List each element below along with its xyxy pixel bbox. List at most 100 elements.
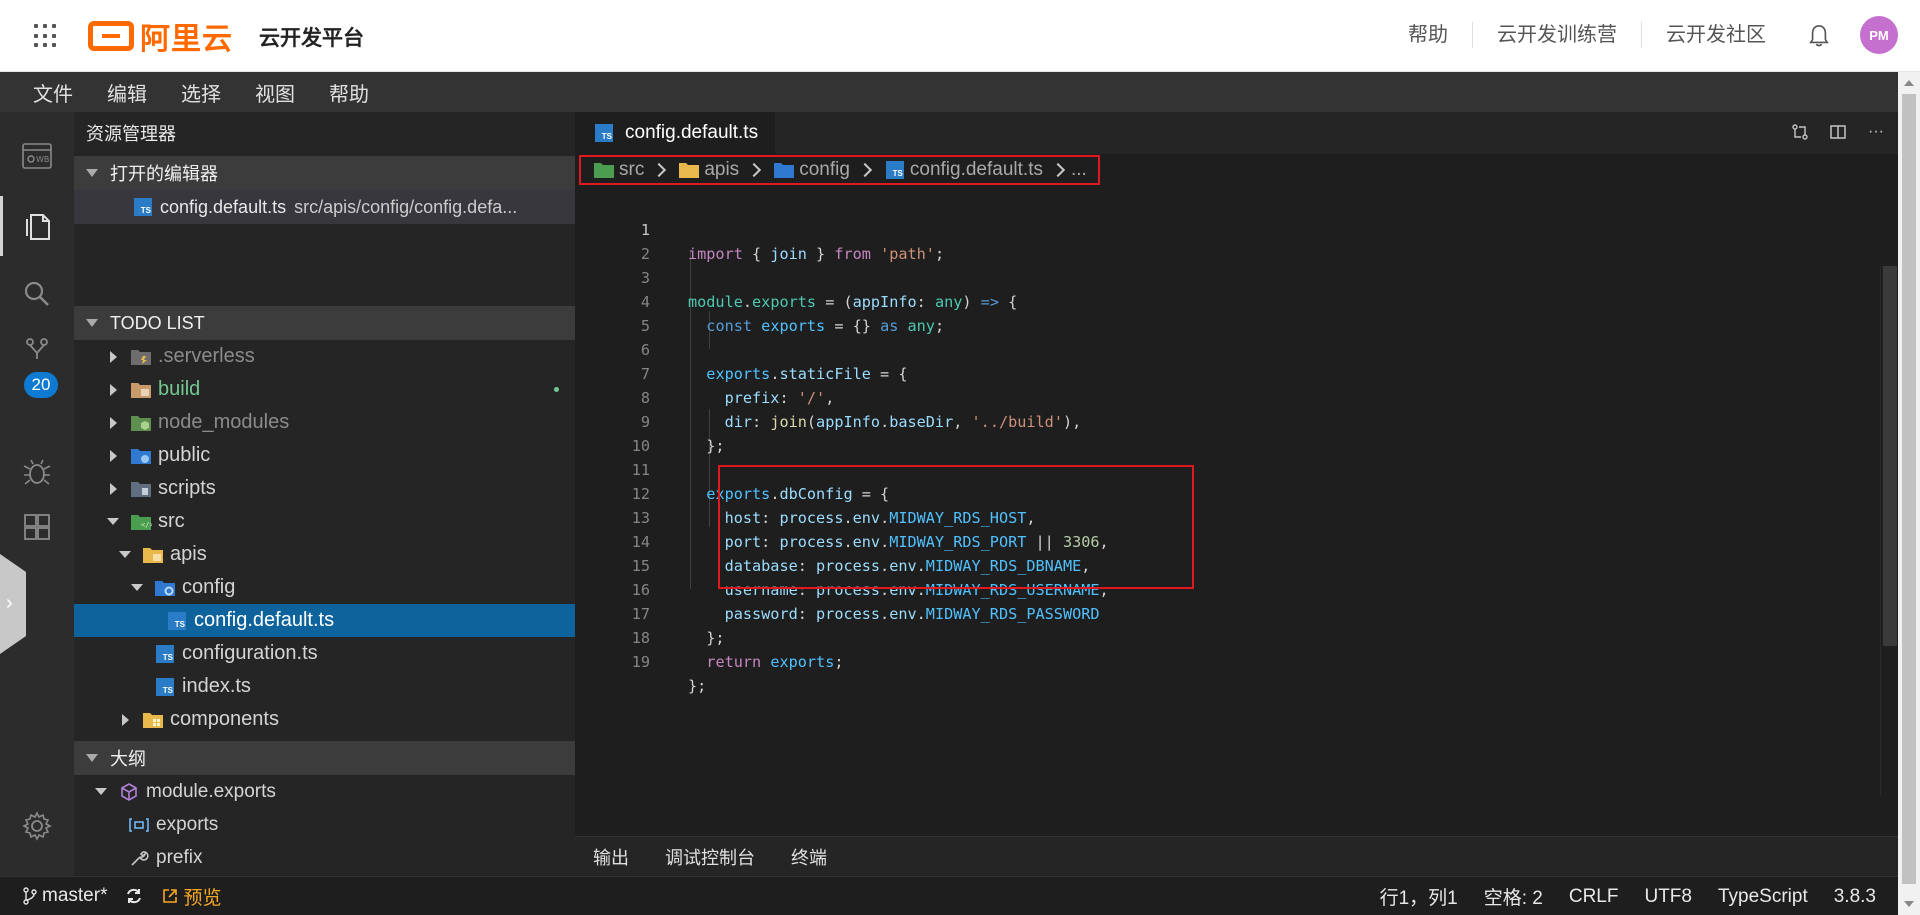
community-link[interactable]: 云开发社区 [1641, 22, 1790, 48]
todo-list-header[interactable]: TODO LIST [74, 306, 575, 340]
tree-label: node_modules [158, 411, 290, 433]
tree-folder-node-modules[interactable]: node_modules [74, 406, 575, 439]
chevron-right-icon [106, 383, 120, 396]
bell-icon[interactable] [1808, 24, 1830, 48]
typescript-version[interactable]: 3.8.3 [1834, 886, 1876, 908]
apps-grid-icon[interactable] [34, 24, 58, 48]
top-header: 阿里云 云开发平台 帮助 云开发训练营 云开发社区 PM [0, 0, 1920, 72]
tree-folder-public[interactable]: public [74, 439, 575, 472]
code-text: }; [688, 677, 707, 695]
typescript-file-icon: TS [132, 197, 154, 217]
git-branch-icon [23, 887, 37, 905]
open-editors-header[interactable]: 打开的编辑器 [74, 156, 575, 190]
cursor-position[interactable]: 行1，列1 [1380, 883, 1458, 910]
status-left: master* 预览 [0, 883, 239, 910]
aliyun-logo[interactable]: 阿里云 [88, 17, 233, 56]
build-folder-icon [130, 380, 152, 400]
tree-folder-src[interactable]: </> src [74, 505, 575, 538]
dbconfig-highlight-box [718, 465, 1194, 589]
breadcrumb: src apis config TS config.default.ts ... [575, 154, 1898, 186]
tree-folder-serverless[interactable]: .serverless [74, 340, 575, 373]
public-folder-icon [130, 446, 152, 466]
tree-folder-build[interactable]: build [74, 373, 575, 406]
tree-label: index.ts [182, 675, 251, 697]
tree-file-index[interactable]: TS index.ts [74, 670, 575, 703]
outline-item-exports[interactable]: exports [74, 808, 575, 841]
tree-file-config-default[interactable]: TS config.default.ts [74, 604, 575, 637]
scroll-down-icon[interactable] [1904, 901, 1914, 907]
page-scroll-thumb[interactable] [1902, 94, 1916, 884]
menu-select[interactable]: 选择 [164, 78, 238, 107]
bottom-panel-tabs: 输出 调试控制台 终端 [575, 836, 1898, 876]
end-of-line[interactable]: CRLF [1569, 886, 1619, 908]
page-scrollbar[interactable] [1898, 72, 1920, 915]
outline-label: 大纲 [110, 749, 146, 769]
more-actions-icon[interactable]: ··· [1866, 122, 1886, 142]
line-number: 19 [631, 653, 650, 671]
status-bar: master* 预览 行1，列1 空格: 2 CRLF UTF8 TypeScr… [0, 876, 1898, 915]
typescript-file-icon: TS [154, 677, 176, 697]
code-line: 11 exports.dbConfig = { [575, 434, 1855, 503]
indent-spaces[interactable]: 空格: 2 [1484, 883, 1543, 910]
open-editor-item[interactable]: TS config.default.ts src/apis/config/con… [74, 190, 575, 224]
tree-folder-scripts[interactable]: scripts [74, 472, 575, 505]
chevron-down-icon [86, 319, 98, 327]
editor-tab-config-default[interactable]: TS config.default.ts [575, 112, 775, 154]
sync-icon[interactable] [125, 887, 143, 905]
settings-icon[interactable] [0, 796, 74, 856]
svg-text:</>: </> [141, 521, 152, 529]
menu-edit[interactable]: 编辑 [90, 78, 164, 107]
tree-folder-components[interactable]: components [74, 703, 575, 736]
split-editor-icon[interactable] [1828, 122, 1848, 142]
external-link-icon [163, 889, 178, 903]
outline-header[interactable]: 大纲 [74, 741, 575, 775]
search-icon[interactable] [0, 264, 74, 324]
editor-tab-label: config.default.ts [625, 122, 759, 143]
tree-folder-apis[interactable]: apis [74, 538, 575, 571]
menu-help[interactable]: 帮助 [312, 78, 386, 107]
help-link[interactable]: 帮助 [1384, 22, 1472, 48]
web-icon[interactable]: WB [0, 126, 74, 186]
editor-actions: ··· [1790, 122, 1886, 142]
chevron-down-icon [130, 584, 144, 591]
code-area[interactable]: 1 import { join } from 'path'; 2 3 modul… [575, 194, 1898, 794]
tree-folder-config[interactable]: config [74, 571, 575, 604]
code-line: 1 import { join } from 'path'; [575, 194, 1855, 263]
tree-file-configuration[interactable]: TS configuration.ts [74, 637, 575, 670]
extensions-icon[interactable] [0, 498, 74, 558]
open-changes-icon[interactable] [1790, 122, 1810, 142]
code-line: 3 module.exports = (appInfo: any) => { [575, 242, 1855, 311]
file-encoding[interactable]: UTF8 [1644, 886, 1692, 908]
editor-scroll-thumb[interactable] [1883, 266, 1897, 646]
tree-label: apis [170, 543, 207, 565]
debug-icon[interactable] [0, 442, 74, 502]
tab-terminal[interactable]: 终端 [773, 844, 845, 870]
tab-debug-console[interactable]: 调试控制台 [647, 844, 773, 870]
preview-button[interactable]: 预览 [161, 883, 221, 910]
language-mode[interactable]: TypeScript [1718, 886, 1808, 908]
training-camp-link[interactable]: 云开发训练营 [1472, 22, 1641, 48]
user-avatar[interactable]: PM [1860, 16, 1898, 54]
preview-label: 预览 [183, 887, 222, 909]
branch-name: master* [42, 885, 108, 906]
svg-text:WB: WB [36, 155, 49, 164]
editor-scrollbar[interactable] [1880, 266, 1898, 796]
chevron-right-icon [118, 713, 132, 726]
code-line: 2 [575, 218, 1855, 263]
outline-item-module-exports[interactable]: module.exports [74, 775, 575, 808]
files-icon[interactable] [0, 196, 74, 256]
menu-view[interactable]: 视图 [238, 78, 312, 107]
chevron-right-icon [106, 449, 120, 462]
tree-label: config.default.ts [194, 609, 335, 631]
branch-status[interactable]: master* [22, 885, 107, 907]
tree-label: build [158, 378, 201, 400]
expand-panel-button[interactable]: › [0, 554, 26, 654]
typescript-file-icon: TS [154, 644, 176, 664]
outline-item-prefix[interactable]: prefix [74, 841, 575, 874]
scroll-up-icon[interactable] [1904, 80, 1914, 86]
tab-output[interactable]: 输出 [575, 844, 647, 870]
menu-file[interactable]: 文件 [16, 78, 90, 107]
typescript-file-icon: TS [166, 611, 188, 631]
chevron-right-icon [106, 416, 120, 429]
aliyun-logo-mark-icon [88, 21, 134, 51]
